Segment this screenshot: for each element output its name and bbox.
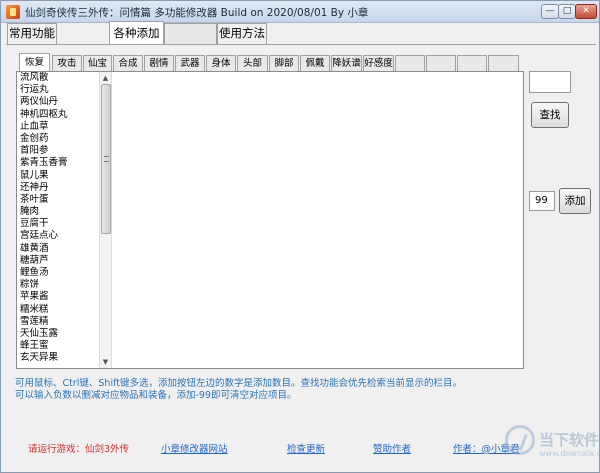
list-item[interactable]: 糖葫芦 <box>17 255 99 267</box>
list-item[interactable]: 两仪仙丹 <box>17 96 99 108</box>
check-update-link[interactable]: 检查更新 <box>287 441 325 455</box>
watermark-logo-icon <box>505 425 535 455</box>
modifier-site-link[interactable]: 小章修改器网站 <box>161 441 228 455</box>
close-button[interactable]: ✕ <box>575 4 597 19</box>
subtab-empty-2[interactable] <box>426 55 456 71</box>
scroll-up-icon[interactable]: ▲ <box>100 72 111 84</box>
subtab-empty-3[interactable] <box>457 55 487 71</box>
list-item[interactable]: 首阳参 <box>17 145 99 157</box>
tab-empty[interactable] <box>164 23 217 44</box>
list-item[interactable]: 流风散 <box>17 72 99 84</box>
subtab-empty-1[interactable] <box>395 55 425 71</box>
watermark-text: 当下软件园 <box>539 431 600 449</box>
list-item[interactable]: 茶叶蛋 <box>17 194 99 206</box>
subtab-demon-book[interactable]: 降妖谱 <box>331 55 362 71</box>
list-item[interactable]: 鼠儿果 <box>17 170 99 182</box>
list-item[interactable]: 行运丸 <box>17 84 99 96</box>
subtab-body[interactable]: 身体 <box>206 55 236 71</box>
list-item[interactable]: 神机四枢丸 <box>17 109 99 121</box>
app-icon <box>6 5 20 19</box>
scroll-down-icon[interactable]: ▼ <box>100 356 111 368</box>
tab-common-functions[interactable]: 常用功能 <box>7 23 57 44</box>
title-bar: 仙剑奇侠传三外传：问情篇 多功能修改器 Build on 2020/08/01 … <box>1 1 599 23</box>
subtab-feet[interactable]: 脚部 <box>269 55 299 71</box>
subtab-head[interactable]: 头部 <box>237 55 268 71</box>
list-item[interactable]: 雪莲精 <box>17 316 99 328</box>
sponsor-author-link[interactable]: 赞助作者 <box>373 441 411 455</box>
scrollbar-thumb[interactable] <box>101 84 111 234</box>
subtab-attack[interactable]: 攻击 <box>52 55 82 71</box>
subtab-story[interactable]: 剧情 <box>144 55 174 71</box>
list-item[interactable]: 还神丹 <box>17 182 99 194</box>
watermark-url: www.downxia.com <box>539 449 600 458</box>
tab-usage[interactable]: 使用方法 <box>217 23 267 44</box>
list-item[interactable]: 豆腐干 <box>17 218 99 230</box>
list-item[interactable]: 宫廷点心 <box>17 230 99 242</box>
subtab-empty-4[interactable] <box>488 55 519 71</box>
find-button[interactable]: 查找 <box>531 102 569 128</box>
list-item[interactable]: 玄天异果 <box>17 352 99 364</box>
window-title: 仙剑奇侠传三外传：问情篇 多功能修改器 Build on 2020/08/01 … <box>25 7 369 19</box>
list-item[interactable]: 粽饼 <box>17 279 99 291</box>
item-list-panel: 流风散 行运丸 两仪仙丹 神机四枢丸 止血草 金创药 首阳参 紫青玉香膏 鼠儿果… <box>16 71 524 369</box>
subtab-accessory[interactable]: 佩戴 <box>300 55 330 71</box>
subtab-treasure[interactable]: 仙宝 <box>83 55 112 71</box>
list-item[interactable]: 鲤鱼汤 <box>17 267 99 279</box>
list-item[interactable]: 紫青玉香膏 <box>17 157 99 169</box>
main-tab-divider <box>6 44 596 45</box>
search-input[interactable] <box>529 71 571 93</box>
usage-hint-2: 可以输入负数以删减对应物品和装备，添加-99即可清空对应项目。 <box>15 390 297 401</box>
subtab-synthesis[interactable]: 合成 <box>113 55 143 71</box>
main-window: 仙剑奇侠传三外传：问情篇 多功能修改器 Build on 2020/08/01 … <box>0 0 600 473</box>
run-game-status: 请运行游戏：仙剑3外传 <box>28 444 130 455</box>
list-item[interactable]: 金创药 <box>17 133 99 145</box>
list-item[interactable]: 天仙玉露 <box>17 328 99 340</box>
list-item[interactable]: 雄黄酒 <box>17 243 99 255</box>
maximize-button[interactable]: □ <box>558 4 576 19</box>
subtab-affection[interactable]: 好感度 <box>363 55 394 71</box>
subtab-recovery[interactable]: 恢复 <box>19 53 50 72</box>
list-item[interactable]: 腌肉 <box>17 206 99 218</box>
quantity-input[interactable]: 99 <box>529 191 555 211</box>
grip-icon <box>104 156 109 162</box>
add-button[interactable]: 添加 <box>559 188 591 214</box>
item-list[interactable]: 流风散 行运丸 两仪仙丹 神机四枢丸 止血草 金创药 首阳参 紫青玉香膏 鼠儿果… <box>17 72 99 368</box>
list-item[interactable]: 蜂王蜜 <box>17 340 99 352</box>
list-item[interactable]: 止血草 <box>17 121 99 133</box>
list-item[interactable]: 糯米糕 <box>17 304 99 316</box>
subtab-weapon[interactable]: 武器 <box>175 55 205 71</box>
list-scrollbar[interactable]: ▲ ▼ <box>99 72 112 368</box>
list-item[interactable]: 苹果酱 <box>17 291 99 303</box>
minimize-button[interactable]: — <box>541 4 559 19</box>
tab-various-add[interactable]: 各种添加 <box>109 21 164 45</box>
